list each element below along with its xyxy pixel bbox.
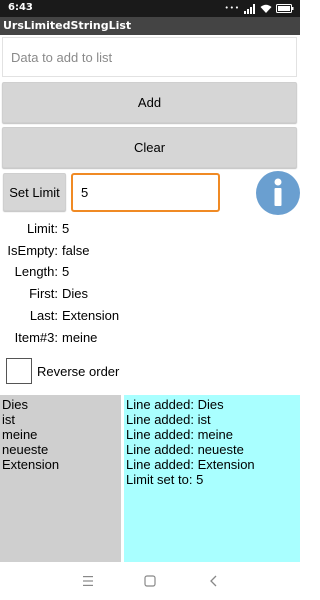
status-dots: ••• <box>224 4 240 12</box>
property-row-first: First: Dies <box>0 286 300 304</box>
property-label: Item#3: <box>14 330 58 345</box>
home-icon[interactable] <box>142 574 158 588</box>
property-row-item3: Item#3: meine <box>0 330 300 348</box>
app-title-bar: UrsLimitedStringList <box>0 17 300 35</box>
property-value: Extension <box>62 308 120 323</box>
property-value: false <box>62 243 90 258</box>
log-line: Line added: Dies <box>126 397 224 412</box>
status-icons: ••• <box>225 3 294 14</box>
property-label: First: <box>29 286 58 301</box>
status-time: 6:43 <box>8 2 33 13</box>
limit-input[interactable] <box>71 173 220 212</box>
signal-icon <box>244 3 255 14</box>
property-value: meine <box>62 330 98 345</box>
wifi-icon <box>260 4 272 13</box>
log-line: Limit set to: 5 <box>126 472 204 487</box>
list-item: Extension <box>2 457 60 472</box>
reverse-order-checkbox[interactable]: Reverse order <box>6 358 119 384</box>
log-line: Line added: ist <box>126 412 211 427</box>
property-row-limit: Limit: 5 <box>0 221 300 239</box>
clear-button-label: Clear <box>133 140 166 155</box>
checkbox-box[interactable] <box>6 358 32 384</box>
battery-icon <box>276 4 294 13</box>
status-bar: 6:43 ••• <box>0 0 300 17</box>
property-value: 5 <box>62 264 70 279</box>
property-value: 5 <box>62 221 70 236</box>
set-limit-button-label: Set Limit <box>9 184 60 200</box>
info-icon[interactable] <box>255 170 301 216</box>
data-input[interactable] <box>2 37 297 77</box>
property-row-length: Length: 5 <box>0 264 300 282</box>
property-label: Limit: <box>26 221 58 236</box>
list-item: neueste <box>2 442 49 457</box>
add-button[interactable]: Add <box>2 82 297 123</box>
menu-icon[interactable] <box>80 574 96 588</box>
reverse-order-label: Reverse order <box>37 363 120 379</box>
set-limit-button[interactable]: Set Limit <box>3 173 66 211</box>
property-label: Length: <box>14 264 58 279</box>
property-label: IsEmpty: <box>7 243 58 258</box>
log-line: Line added: neueste <box>126 442 244 457</box>
log-panel: Line added: Dies Line added: ist Line ad… <box>124 395 300 562</box>
property-row-isempty: IsEmpty: false <box>0 243 300 261</box>
property-value: Dies <box>62 286 89 301</box>
list-item: ist <box>2 412 15 427</box>
list-item: Dies <box>2 397 29 412</box>
add-button-label: Add <box>137 95 162 110</box>
list-item: meine <box>2 427 38 442</box>
string-list-panel: Dies ist meine neueste Extension <box>0 395 121 562</box>
app-title: UrsLimitedStringList <box>3 19 132 32</box>
property-label: Last: <box>29 308 58 323</box>
back-icon[interactable] <box>206 574 222 588</box>
log-line: Line added: Extension <box>126 457 255 472</box>
log-line: Line added: meine <box>126 427 233 442</box>
clear-button[interactable]: Clear <box>2 127 297 168</box>
property-row-last: Last: Extension <box>0 308 300 326</box>
navigation-bar <box>0 562 300 600</box>
